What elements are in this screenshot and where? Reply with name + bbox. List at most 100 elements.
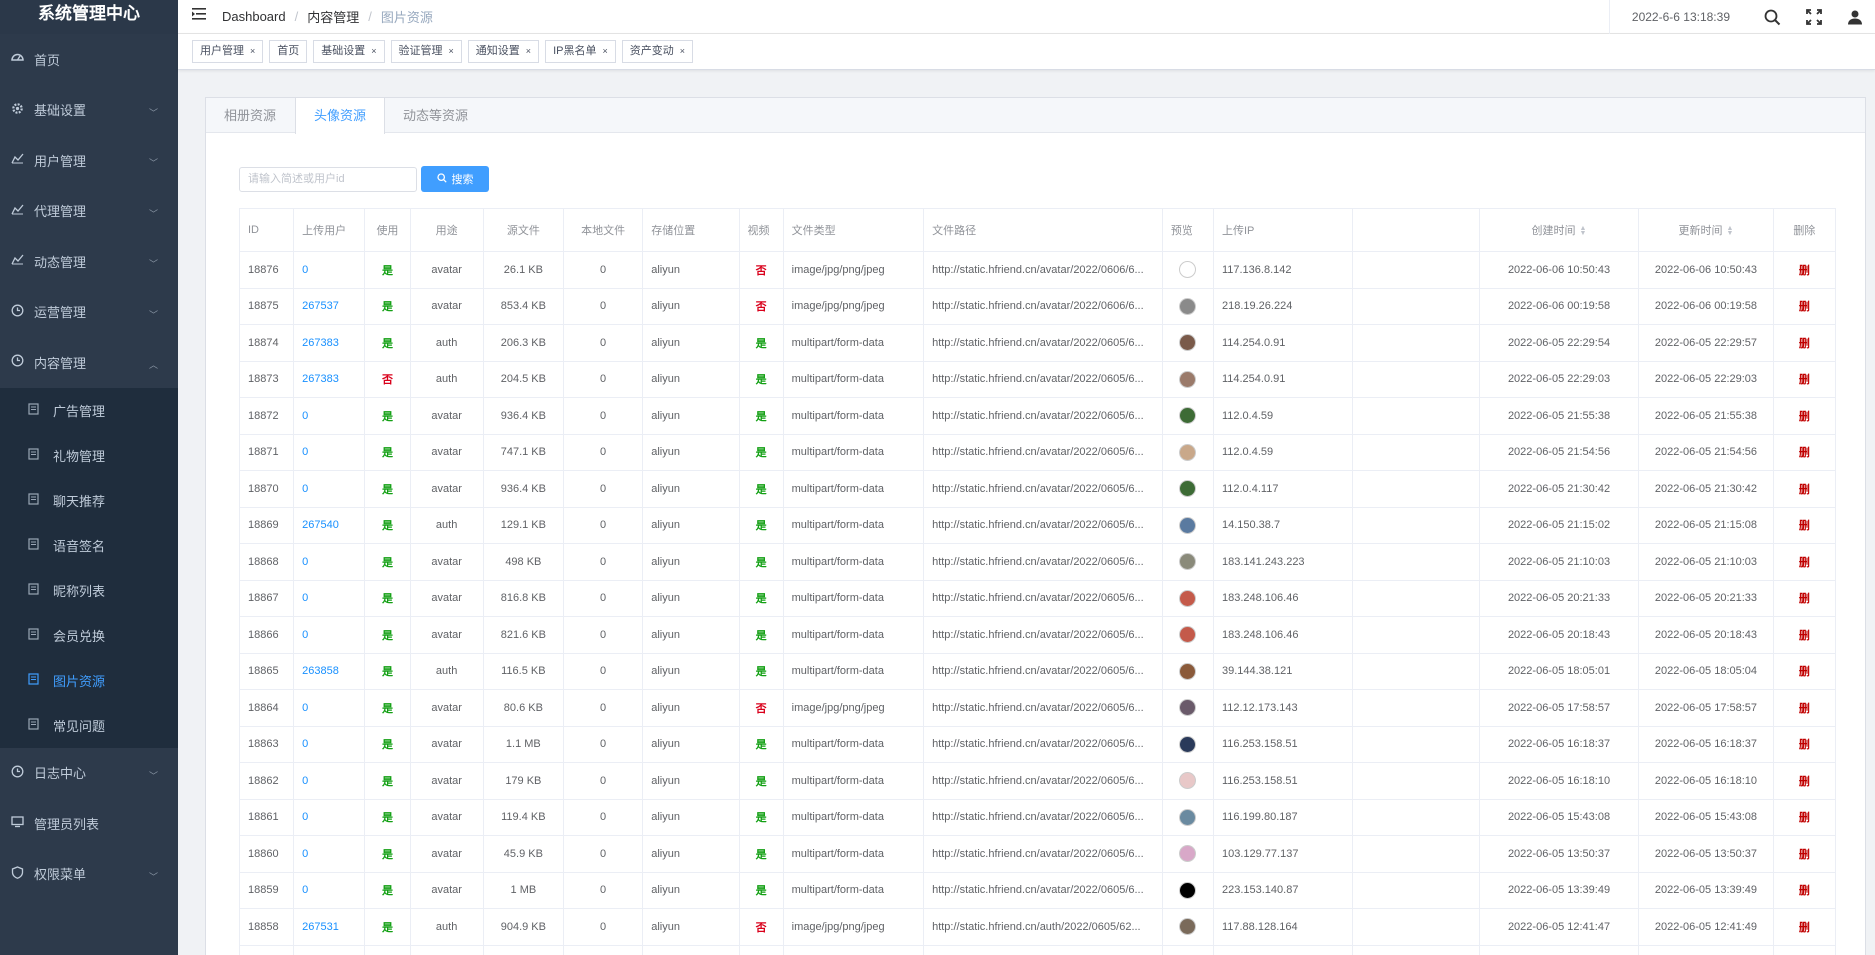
column-header[interactable]: 更新时间 ▲ ▼ — [1638, 208, 1774, 252]
cell-preview[interactable] — [1161, 835, 1214, 873]
avatar-thumbnail[interactable] — [1179, 772, 1197, 790]
tag-item[interactable]: IP黑名单 × — [545, 40, 616, 63]
cell-uploader-link[interactable]: 267540 — [293, 506, 366, 544]
column-header[interactable]: 创建时间 ▲ ▼ — [1478, 208, 1640, 252]
close-icon[interactable]: × — [371, 41, 376, 62]
resource-tab[interactable]: 动态等资源 — [385, 98, 487, 132]
cell-uploader-link[interactable]: 0 — [293, 543, 366, 581]
sort-icon[interactable]: ▲ ▼ — [1727, 225, 1734, 237]
avatar-thumbnail[interactable] — [1179, 881, 1197, 899]
resource-tab[interactable]: 头像资源 — [295, 98, 386, 134]
breadcrumb-content[interactable]: 内容管理 — [307, 7, 359, 26]
cell-uploader-link[interactable]: 267383 — [293, 324, 366, 362]
fullscreen-icon[interactable] — [1793, 0, 1834, 34]
cell-preview[interactable] — [1161, 433, 1214, 471]
avatar-thumbnail[interactable] — [1179, 626, 1197, 644]
cell-uploader-link[interactable]: 0 — [293, 798, 366, 836]
submenu-item[interactable]: 昵称列表 — [0, 568, 178, 613]
sidebar-item[interactable]: 管理员列表 — [0, 798, 178, 849]
sidebar-item[interactable]: 运营管理 ﹀ — [0, 287, 178, 338]
avatar-thumbnail[interactable] — [1179, 735, 1197, 753]
delete-button[interactable]: 删 — [1772, 652, 1837, 690]
close-icon[interactable]: × — [526, 41, 531, 62]
delete-button[interactable]: 删 — [1772, 251, 1837, 289]
delete-button[interactable]: 删 — [1772, 360, 1837, 398]
cell-preview[interactable] — [1161, 397, 1214, 435]
cell-preview[interactable] — [1161, 324, 1214, 362]
sidebar-item[interactable]: 动态管理 ﹀ — [0, 236, 178, 287]
delete-button[interactable]: 删 — [1772, 506, 1837, 544]
avatar-thumbnail[interactable] — [1179, 297, 1197, 315]
sidebar-item[interactable]: 日志中心 ﹀ — [0, 748, 178, 799]
cell-preview[interactable] — [1161, 871, 1214, 909]
search-button[interactable]: 搜索 — [421, 166, 489, 192]
avatar-thumbnail[interactable] — [1179, 918, 1197, 936]
submenu-item[interactable]: 常见问题 — [0, 703, 178, 748]
cell-uploader-link[interactable] — [293, 944, 366, 955]
search-icon[interactable] — [1752, 0, 1793, 34]
cell-preview[interactable] — [1161, 470, 1214, 508]
tag-item[interactable]: 验证管理 × — [390, 40, 462, 63]
delete-button[interactable]: 删 — [1772, 543, 1837, 581]
cell-uploader-link[interactable]: 0 — [293, 397, 366, 435]
avatar-thumbnail[interactable] — [1179, 589, 1197, 607]
sidebar-item[interactable]: 用户管理 ﹀ — [0, 135, 178, 186]
cell-preview[interactable] — [1161, 798, 1214, 836]
avatar-thumbnail[interactable] — [1179, 553, 1197, 571]
tag-item[interactable]: 用户管理 × — [192, 40, 264, 63]
cell-uploader-link[interactable]: 263858 — [293, 652, 366, 690]
cell-preview[interactable] — [1161, 287, 1214, 325]
cell-uploader-link[interactable]: 0 — [293, 871, 366, 909]
delete-button[interactable]: 删 — [1772, 433, 1837, 471]
cell-preview[interactable] — [1161, 652, 1214, 690]
delete-button[interactable]: 删 — [1772, 287, 1837, 325]
sort-icon[interactable]: ▲ ▼ — [1580, 225, 1587, 237]
close-icon[interactable]: × — [602, 41, 607, 62]
avatar-thumbnail[interactable] — [1179, 334, 1197, 352]
avatar-thumbnail[interactable] — [1179, 699, 1197, 717]
cell-uploader-link[interactable]: 0 — [293, 579, 366, 617]
tag-item[interactable]: 基础设置 × — [313, 40, 385, 63]
cell-preview[interactable] — [1161, 725, 1214, 763]
avatar-thumbnail[interactable] — [1179, 261, 1197, 279]
search-input[interactable] — [239, 166, 417, 192]
submenu-item[interactable]: 广告管理 — [0, 388, 178, 433]
delete-button[interactable]: 删 — [1772, 908, 1837, 946]
delete-button[interactable]: 删 — [1772, 324, 1837, 362]
cell-preview[interactable] — [1161, 579, 1214, 617]
avatar-thumbnail[interactable] — [1179, 662, 1197, 680]
sidebar-item[interactable]: 基础设置 ﹀ — [0, 85, 178, 136]
tag-item[interactable]: 资产变动 × — [621, 40, 693, 63]
cell-uploader-link[interactable]: 0 — [293, 835, 366, 873]
close-icon[interactable]: × — [680, 41, 685, 62]
cell-preview[interactable] — [1161, 543, 1214, 581]
close-icon[interactable]: × — [449, 41, 454, 62]
avatar-thumbnail[interactable] — [1179, 407, 1197, 425]
hamburger-icon[interactable] — [178, 7, 222, 26]
resource-tab[interactable]: 相册资源 — [206, 98, 295, 132]
submenu-item[interactable]: 语音签名 — [0, 523, 178, 568]
delete-button[interactable]: 删 — [1772, 835, 1837, 873]
delete-button[interactable]: 删 — [1772, 871, 1837, 909]
cell-uploader-link[interactable]: 0 — [293, 689, 366, 727]
delete-button[interactable]: 删 — [1772, 470, 1837, 508]
submenu-item[interactable]: 会员兑换 — [0, 613, 178, 658]
tag-item[interactable]: 首页 — [269, 40, 308, 63]
avatar-thumbnail[interactable] — [1179, 443, 1197, 461]
user-icon[interactable] — [1834, 0, 1875, 34]
avatar-thumbnail[interactable] — [1179, 480, 1197, 498]
breadcrumb-dashboard[interactable]: Dashboard — [222, 9, 286, 24]
submenu-item[interactable]: 图片资源 — [0, 658, 178, 703]
cell-preview[interactable] — [1161, 908, 1214, 946]
avatar-thumbnail[interactable] — [1179, 516, 1197, 534]
submenu-item[interactable]: 礼物管理 — [0, 433, 178, 478]
submenu-item[interactable]: 聊天推荐 — [0, 478, 178, 523]
close-icon[interactable]: × — [250, 41, 255, 62]
cell-preview[interactable] — [1161, 616, 1214, 654]
cell-uploader-link[interactable]: 267383 — [293, 360, 366, 398]
cell-uploader-link[interactable]: 0 — [293, 433, 366, 471]
cell-uploader-link[interactable]: 0 — [293, 725, 366, 763]
delete-button[interactable]: 删 — [1772, 689, 1837, 727]
delete-button[interactable]: 删 — [1772, 397, 1837, 435]
cell-preview[interactable] — [1161, 251, 1214, 289]
